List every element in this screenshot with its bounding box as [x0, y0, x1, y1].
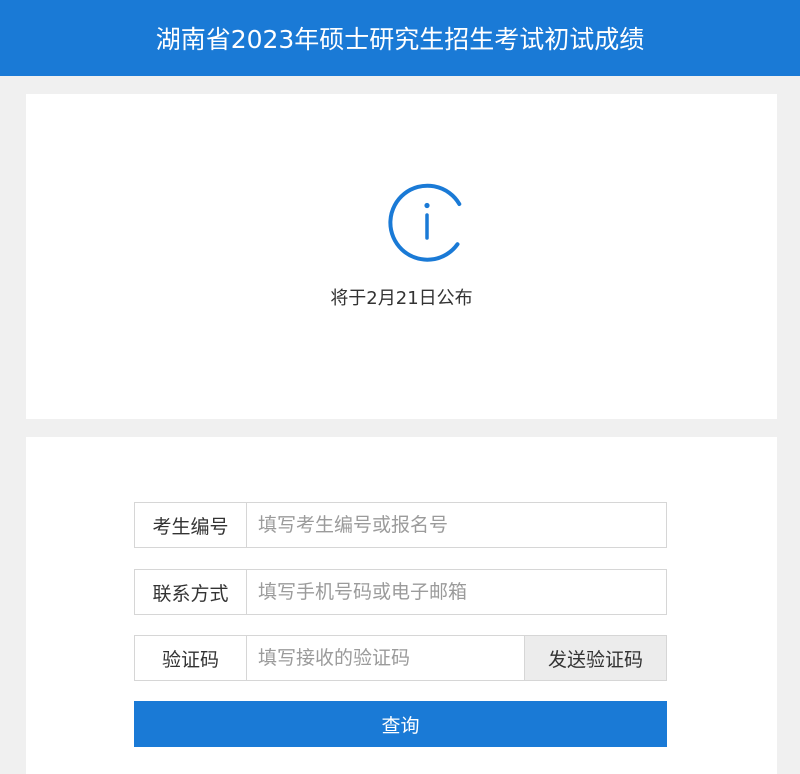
contact-label: 联系方式	[135, 570, 247, 614]
notice-card: 将于2月21日公布	[26, 94, 777, 419]
verification-code-row: 验证码 发送验证码	[134, 635, 667, 681]
candidate-id-input[interactable]	[247, 503, 666, 547]
info-icon	[388, 183, 462, 262]
page-header: 湖南省2023年硕士研究生招生考试初试成绩	[0, 0, 800, 76]
page-title: 湖南省2023年硕士研究生招生考试初试成绩	[155, 25, 645, 54]
send-code-button[interactable]: 发送验证码	[524, 636, 666, 680]
query-button[interactable]: 查询	[134, 701, 667, 747]
verification-code-label: 验证码	[135, 636, 247, 680]
contact-row: 联系方式	[134, 569, 667, 615]
candidate-id-label: 考生编号	[135, 503, 247, 547]
verification-code-input[interactable]	[247, 636, 524, 680]
query-form-card: 考生编号 联系方式 验证码 发送验证码 查询	[26, 437, 777, 774]
notice-message: 将于2月21日公布	[330, 288, 473, 309]
candidate-id-row: 考生编号	[134, 502, 667, 548]
contact-input[interactable]	[247, 570, 666, 614]
